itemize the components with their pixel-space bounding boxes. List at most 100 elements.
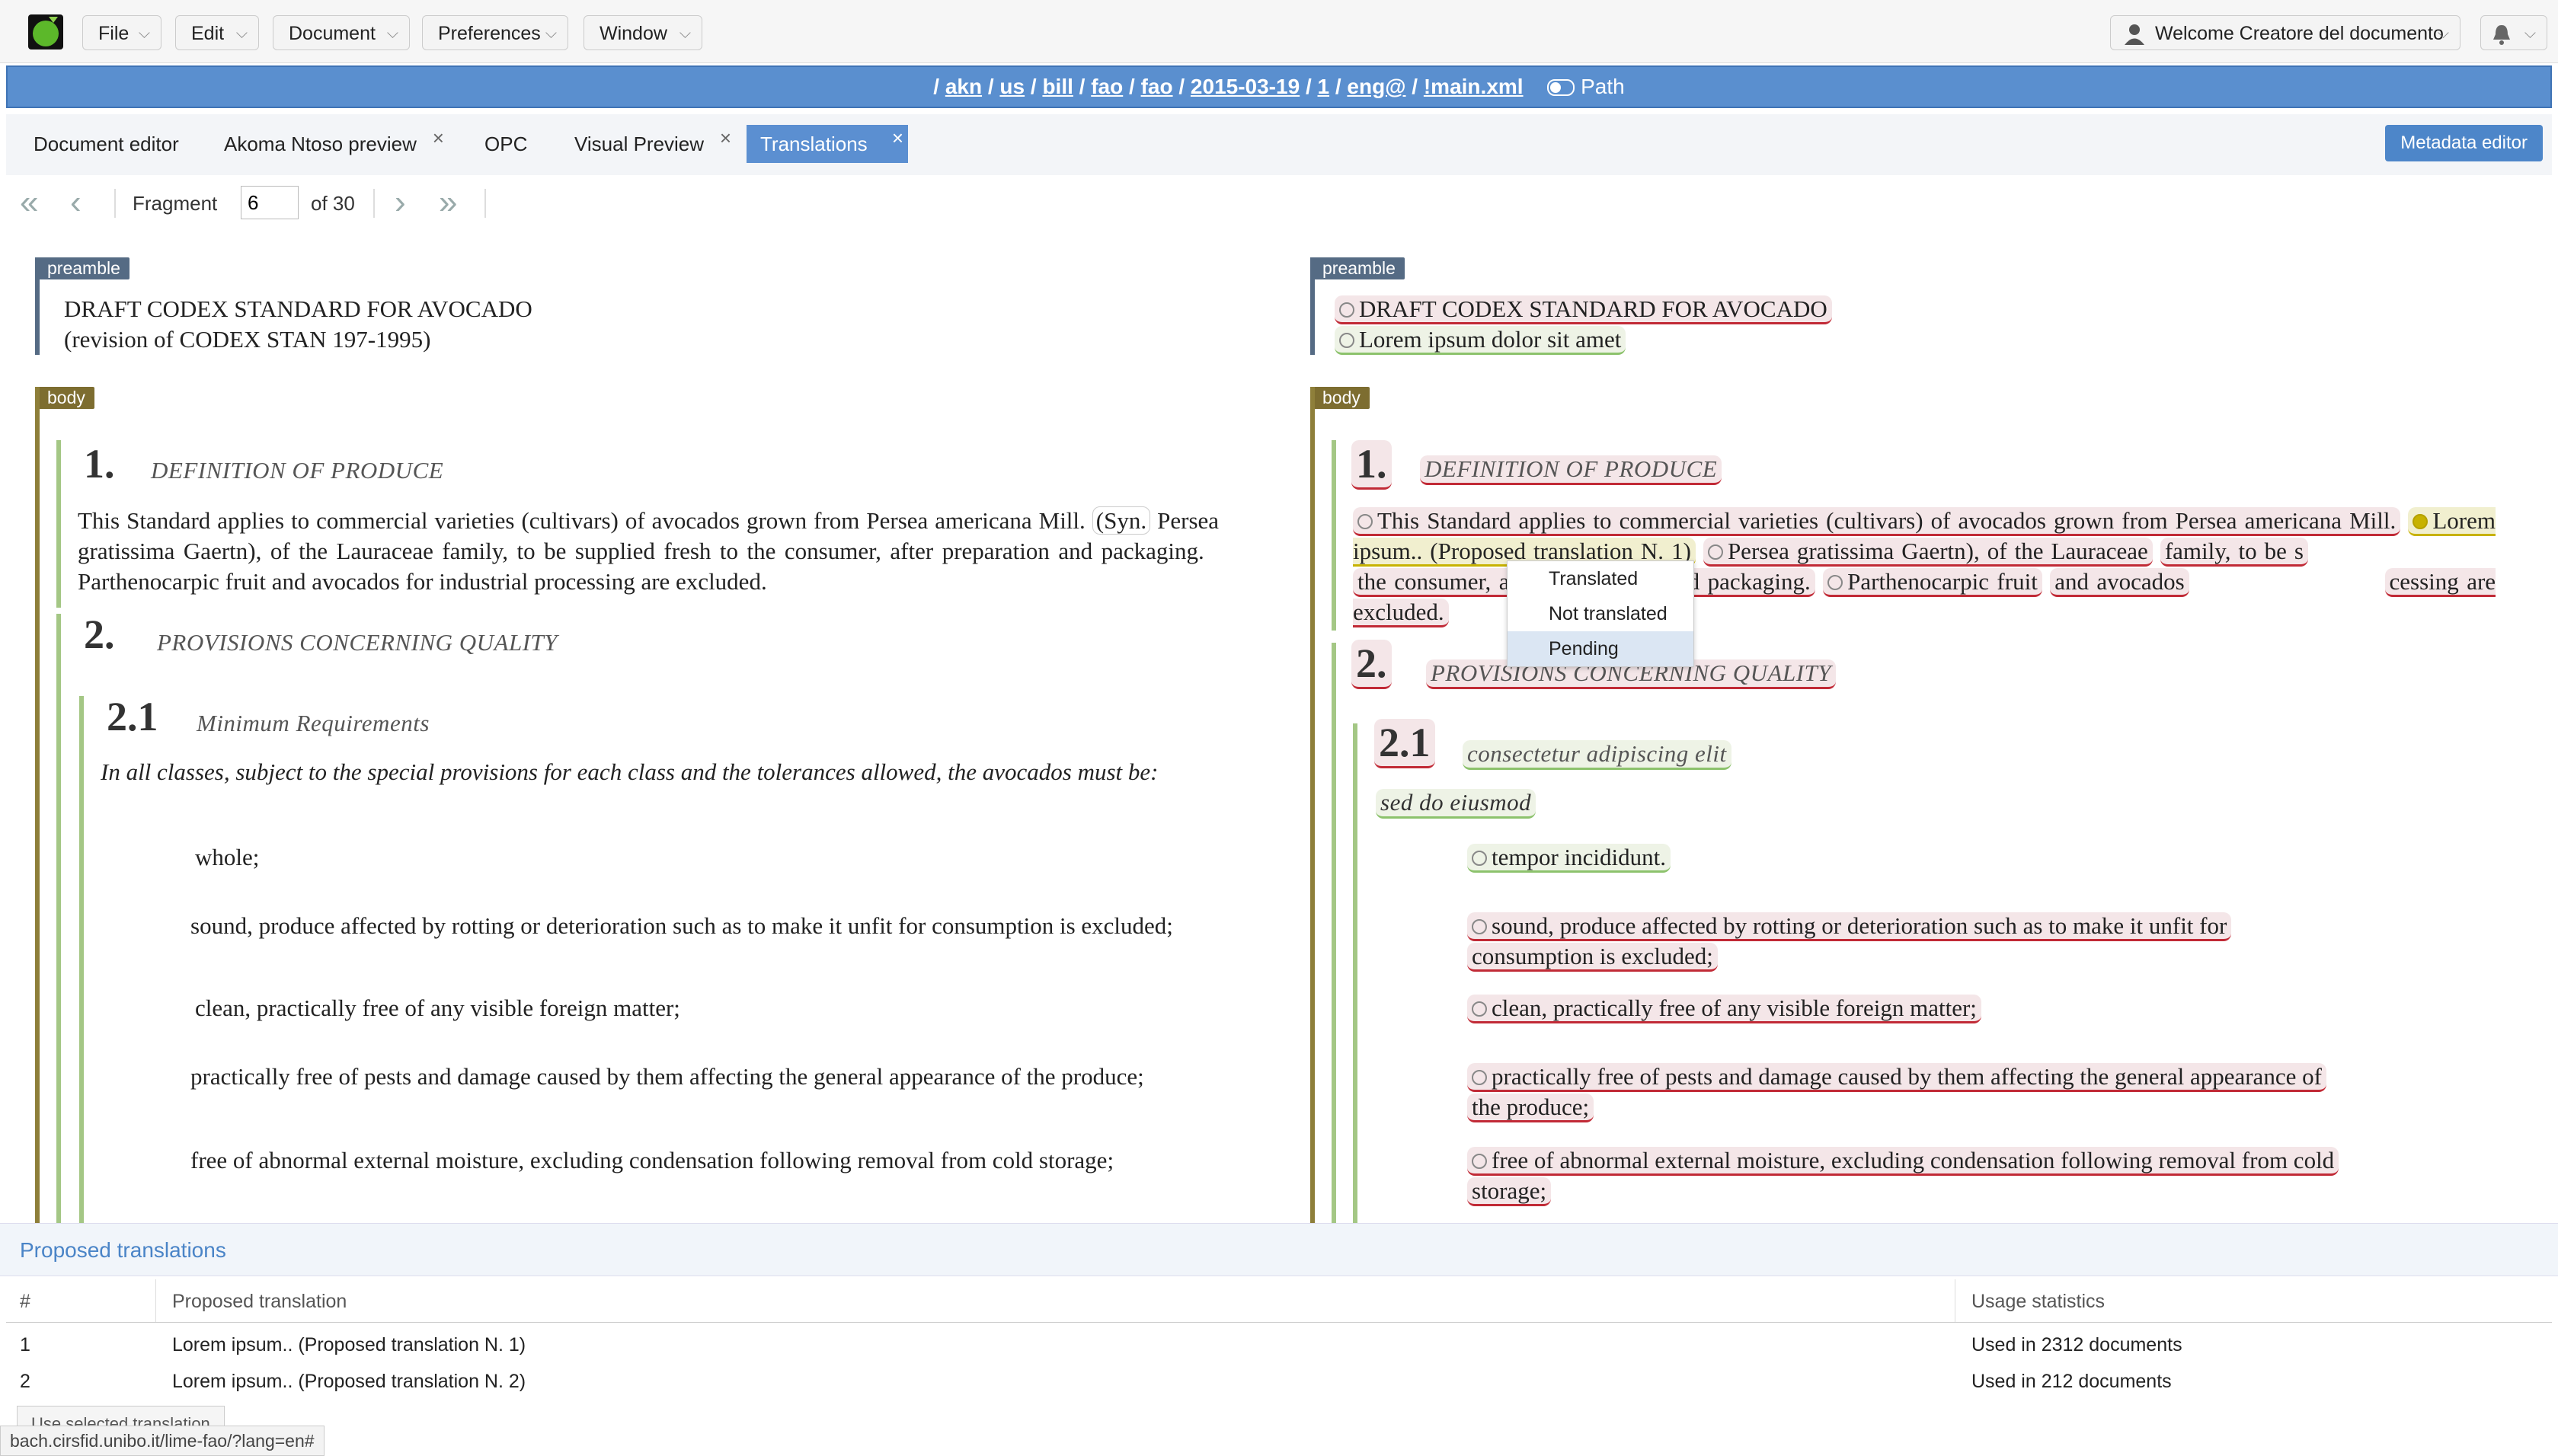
unit-text: tempor incididunt. [1492,844,1667,870]
path-segment-link[interactable]: fao [1091,75,1123,98]
path-segment-link[interactable]: 2015-03-19 [1191,75,1300,98]
next-page-icon[interactable]: › [395,186,406,219]
notifications-button[interactable]: ⌵ [2480,15,2547,50]
metadata-editor-button[interactable]: Metadata editor [2385,125,2543,161]
path-segment-link[interactable]: 1 [1318,75,1330,98]
status-dot-icon [1472,919,1487,934]
unit-text[interactable]: the produce; [1467,1094,1594,1122]
subsection-bar [79,696,84,1223]
subsection-number[interactable]: 2.1 [1374,719,1435,768]
section-number: 2. [84,611,115,657]
translation-unit[interactable]: sound, produce affected by rotting or de… [1467,912,2232,941]
list-item: whole; [195,844,260,870]
translation-status-menu: Translated Not translated Pending [1507,560,1694,667]
section-number[interactable]: 2. [1351,640,1392,689]
row-number: 2 [20,1371,30,1392]
preamble-subtitle: (revision of CODEX STAN 197-1995) [64,326,431,353]
row-translation: Lorem ipsum.. (Proposed translation N. 2… [172,1371,526,1392]
section-bar [56,440,61,608]
preferences-menu[interactable]: Preferences ⌵ [422,15,568,50]
inline-syn[interactable]: (Syn. [1092,506,1151,535]
preamble-bar [1310,257,1315,355]
header-divider [6,1322,2552,1323]
menu-item-not-translated[interactable]: Not translated [1508,596,1693,631]
tab-label: Visual Preview [574,133,705,155]
status-dot-icon [1357,514,1373,529]
app-logo [27,14,64,50]
menu-item-pending[interactable]: Pending [1508,631,1693,666]
column-header-number[interactable]: # [20,1282,30,1320]
first-page-icon[interactable]: « [20,186,38,219]
welcome-label: Welcome Creatore del documento [2155,23,2444,44]
close-icon[interactable]: × [892,119,903,157]
close-icon[interactable]: × [433,119,444,157]
path-space [1073,75,1079,98]
path-segment-link[interactable]: us [999,75,1025,98]
bell-icon [2490,22,2513,57]
preamble-text: DRAFT CODEX STANDARD FOR AVOCADO Lorem i… [1335,294,1832,355]
subsection-heading[interactable]: consectetur adipiscing elit [1463,740,1731,770]
translation-unit[interactable]: family, to be s [2160,538,2308,567]
path-separator: / [933,75,945,98]
path-segment-link[interactable]: eng@ [1347,75,1405,98]
fragment-number-input[interactable] [241,186,299,219]
translation-unit[interactable]: Persea gratissima Gaertn), of the Laurac… [1703,538,2153,567]
list-item: practically free of pests and damage cau… [1467,1062,2483,1122]
translation-unit[interactable]: clean, practically free of any visible f… [1467,995,1981,1023]
row-usage: Used in 2312 documents [1971,1334,2182,1355]
list-item: clean, practically free of any visible f… [195,995,680,1021]
nav-divider [373,189,375,218]
translation-unit[interactable]: free of abnormal external moisture, excl… [1467,1147,2339,1176]
tab-visual-preview[interactable]: Visual Preview × [561,125,731,163]
translation-unit[interactable]: tempor incididunt. [1467,844,1671,873]
paragraph-text: This Standard applies to commercial vari… [78,507,1086,534]
translation-unit[interactable]: DRAFT CODEX STANDARD FOR AVOCADO [1335,295,1832,324]
path-separator: / [1412,75,1424,98]
unit-text[interactable]: storage; [1467,1177,1552,1206]
previous-page-icon[interactable]: ‹ [70,186,82,219]
tab-translations[interactable]: Translations × [747,125,908,163]
last-page-icon[interactable]: » [439,186,457,219]
status-dot-icon [1339,333,1354,348]
tab-document-editor[interactable]: Document editor [20,125,193,163]
document-menu[interactable]: Document ⌵ [273,15,410,50]
translation-unit[interactable]: Lorem ipsum dolor sit amet [1335,326,1626,355]
section-bar [1332,643,1336,1223]
subsection-intro[interactable]: sed do eiusmod [1376,789,1536,819]
body-bar [35,387,40,1223]
tab-opc[interactable]: OPC [471,125,541,163]
path-toggle-label: Path [1581,75,1625,98]
path-segment-link[interactable]: akn [945,75,982,98]
window-menu[interactable]: Window ⌵ [584,15,702,50]
preferences-menu-label: Preferences [438,23,541,44]
body-badge: body [1313,387,1370,409]
translation-unit[interactable]: and avocados [2050,568,2189,597]
translation-unit[interactable]: This Standard applies to commercial vari… [1353,507,2401,536]
menu-item-translated[interactable]: Translated [1508,561,1693,596]
path-segment-link[interactable]: bill [1042,75,1073,98]
translation-unit[interactable]: practically free of pests and damage cau… [1467,1063,2326,1092]
table-row[interactable]: 1 Lorem ipsum.. (Proposed translation N.… [6,1327,2552,1363]
section-number[interactable]: 1. [1351,440,1392,490]
panel-title: Proposed translations [0,1223,2558,1276]
file-menu[interactable]: File ⌵ [82,15,161,50]
nav-divider [484,189,486,218]
fragment-navigator: « ‹ Fragment of 30 › » [0,177,2558,230]
tab-akoma-ntoso-preview[interactable]: Akoma Ntoso preview × [210,125,444,163]
close-icon[interactable]: × [720,119,731,157]
unit-text[interactable]: consumption is excluded; [1467,943,1718,972]
list-item: sound, produce affected by rotting or de… [190,912,1173,939]
list-item: sound, produce affected by rotting or de… [1467,911,2483,972]
translation-unit[interactable]: Parthenocarpic fruit [1823,568,2042,597]
user-menu[interactable]: Welcome Creatore del documento ⌵ [2110,15,2460,50]
column-header-translation[interactable]: Proposed translation [172,1282,347,1320]
edit-menu[interactable]: Edit ⌵ [175,15,259,50]
table-row[interactable]: 2 Lorem ipsum.. (Proposed translation N.… [6,1363,2552,1400]
path-segment-link[interactable]: !main.xml [1424,75,1524,98]
path-segment-link[interactable]: fao [1141,75,1173,98]
path-toggle[interactable]: Path [1547,75,1625,98]
column-header-usage[interactable]: Usage statistics [1971,1282,2105,1320]
path-separator: / [1030,75,1043,98]
nav-divider [114,189,116,218]
section-heading[interactable]: DEFINITION OF PRODUCE [1420,455,1722,485]
